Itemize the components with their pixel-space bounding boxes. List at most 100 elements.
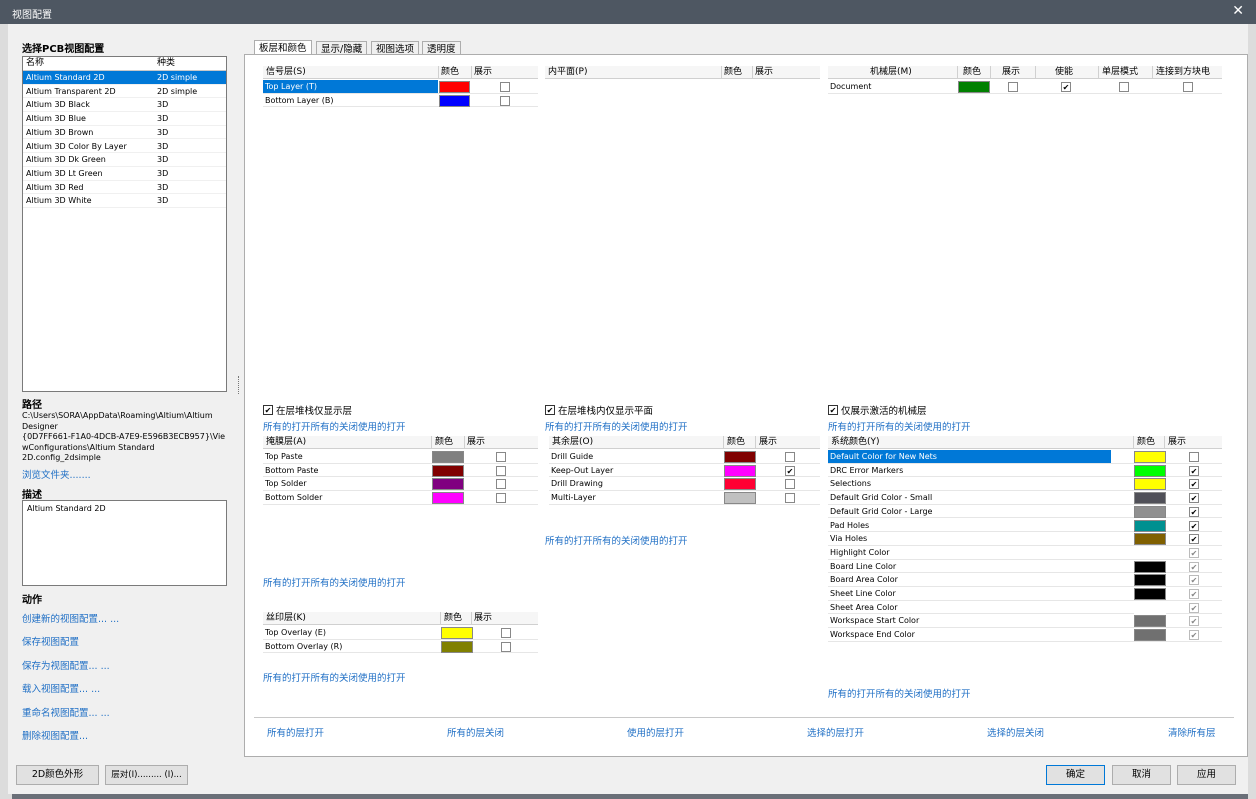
config-row[interactable]: Altium 3D White 3D [23, 194, 226, 208]
config-row[interactable]: Altium 3D Brown 3D [23, 126, 226, 140]
layer-row[interactable]: Drill Drawing [549, 477, 820, 492]
checkbox-checked-icon[interactable]: ✔ [828, 405, 838, 415]
layer-row[interactable]: Top Layer (T) [263, 80, 538, 94]
only-stack-layers-check[interactable]: ✔ 在层堆栈仅显示层 [263, 403, 352, 417]
sys-group-links[interactable]: 所有的打开所有的关闭使用的打开 [828, 686, 971, 700]
checkbox-icon[interactable] [500, 82, 510, 92]
checkbox-checked-icon[interactable]: ✔ [1189, 602, 1199, 613]
layer-row[interactable]: Top Solder [263, 477, 538, 492]
layer-color-swatch[interactable] [1134, 533, 1166, 546]
checkbox-checked-icon[interactable]: ✔ [1189, 561, 1199, 572]
checkbox-icon[interactable] [1008, 82, 1018, 92]
config-list[interactable]: 名称 种类 Altium Standard 2D 2D simple Altium … [22, 56, 227, 392]
layer-color-swatch[interactable] [1134, 588, 1166, 600]
layer-color-swatch[interactable] [1134, 546, 1166, 559]
config-row[interactable]: Altium Transparent 2D 2D simple [23, 85, 226, 99]
all-layers-off-link[interactable]: 所有的层关闭 [447, 725, 504, 739]
checkbox-checked-icon[interactable]: ✔ [1061, 82, 1071, 92]
config-row[interactable]: Altium 3D Blue 3D [23, 112, 226, 126]
layer-pairs-button[interactable]: 层对(I)......... (I)... [105, 765, 188, 785]
layer-color-swatch[interactable] [432, 478, 464, 491]
layer-color-swatch[interactable] [1134, 505, 1166, 518]
checkbox-icon[interactable] [496, 465, 506, 476]
checkbox-checked-icon[interactable]: ✔ [1189, 589, 1199, 599]
layer-color-swatch[interactable] [441, 627, 473, 639]
layer-color-swatch[interactable] [1134, 492, 1166, 505]
config-row[interactable]: Altium 3D Color By Layer 3D [23, 140, 226, 154]
layer-row[interactable]: Default Grid Color - Small ✔ [828, 491, 1222, 505]
silk-group-links[interactable]: 所有的打开所有的关闭使用的打开 [263, 670, 406, 684]
selected-layers-on-link[interactable]: 选择的层打开 [807, 725, 864, 739]
checkbox-icon[interactable] [500, 95, 510, 106]
layer-row[interactable]: Drill Guide [549, 450, 820, 464]
checkbox-checked-icon[interactable]: ✔ [1189, 520, 1199, 531]
clear-all-layers-link[interactable]: 清除所有层 [1168, 725, 1216, 739]
config-row[interactable]: Altium 3D Black 3D [23, 98, 226, 113]
layer-color-swatch[interactable] [432, 451, 464, 463]
layer-color-swatch[interactable] [958, 81, 990, 93]
used-layers-on-link[interactable]: 使用的层打开 [627, 725, 684, 739]
checkbox-checked-icon[interactable]: ✔ [1189, 465, 1199, 476]
mech-group-links[interactable]: 所有的打开所有的关闭使用的打开 [828, 419, 971, 433]
layer-row[interactable]: Default Color for New Nets [828, 450, 1222, 464]
checkbox-checked-icon[interactable]: ✔ [545, 405, 555, 415]
layer-row[interactable]: Bottom Paste [263, 464, 538, 478]
checkbox-checked-icon[interactable]: ✔ [263, 405, 273, 415]
layer-row[interactable]: Multi-Layer [549, 491, 820, 505]
checkbox-icon[interactable] [501, 628, 511, 638]
checkbox-icon[interactable] [785, 452, 795, 462]
only-stack-planes-check[interactable]: ✔ 在层堆栈内仅显示平面 [545, 403, 653, 417]
layer-color-swatch[interactable] [1134, 629, 1166, 642]
layer-row[interactable]: Sheet Area Color ✔ [828, 601, 1222, 615]
layer-color-swatch[interactable] [432, 492, 464, 505]
layer-row[interactable]: Default Grid Color - Large ✔ [828, 505, 1222, 519]
checkbox-icon[interactable] [501, 641, 511, 652]
layer-row[interactable]: Bottom Layer (B) [263, 94, 538, 108]
plane-group-links[interactable]: 所有的打开所有的关闭使用的打开 [545, 419, 688, 433]
checkbox-checked-icon[interactable]: ✔ [1189, 547, 1199, 558]
checkbox-icon[interactable] [785, 479, 795, 490]
ok-button[interactable]: 确定 [1046, 765, 1105, 785]
layer-color-swatch[interactable] [1134, 519, 1166, 532]
checkbox-checked-icon[interactable]: ✔ [1189, 506, 1199, 517]
only-active-mech-check[interactable]: ✔ 仅展示激活的机械层 [828, 403, 927, 417]
layer-row[interactable]: DRC Error Markers ✔ [828, 464, 1222, 478]
config-row[interactable]: Altium 3D Dk Green 3D [23, 153, 226, 167]
selected-layers-off-link[interactable]: 选择的层关闭 [987, 725, 1044, 739]
layer-color-swatch[interactable] [1134, 464, 1166, 477]
layer-row[interactable]: Highlight Color ✔ [828, 546, 1222, 560]
layer-row[interactable]: Via Holes ✔ [828, 532, 1222, 546]
layer-color-swatch[interactable] [439, 94, 470, 107]
config-row[interactable]: Altium Standard 2D 2D simple [23, 71, 226, 85]
layer-row[interactable]: Selections ✔ [828, 477, 1222, 492]
mask-group-links[interactable]: 所有的打开所有的关闭使用的打开 [263, 575, 406, 589]
layer-row[interactable]: Sheet Line Color ✔ [828, 587, 1222, 601]
action-link[interactable]: 保存为视图配置... ... [22, 658, 110, 672]
splitter-handle[interactable] [238, 376, 240, 394]
layer-color-swatch[interactable] [432, 464, 464, 477]
action-link[interactable]: 删除视图配置... [22, 728, 88, 742]
layer-color-swatch[interactable] [1134, 574, 1166, 587]
layer-color-swatch[interactable] [439, 81, 470, 93]
layer-color-swatch[interactable] [724, 451, 756, 463]
checkbox-checked-icon[interactable]: ✔ [1189, 534, 1199, 545]
other-group-links[interactable]: 所有的打开所有的关闭使用的打开 [545, 533, 688, 547]
checkbox-checked-icon[interactable]: ✔ [785, 465, 795, 476]
layer-color-swatch[interactable] [724, 492, 756, 505]
browse-folder-link[interactable]: 浏览文件夹....... [22, 467, 91, 481]
checkbox-checked-icon[interactable]: ✔ [1189, 575, 1199, 586]
config-row[interactable]: Altium 3D Lt Green 3D [23, 167, 226, 181]
checkbox-checked-icon[interactable]: ✔ [1189, 493, 1199, 504]
checkbox-icon[interactable] [1189, 452, 1199, 462]
apply-button[interactable]: 应用 [1177, 765, 1236, 785]
layer-color-swatch[interactable] [1134, 451, 1166, 463]
layer-row[interactable]: Top Overlay (E) [263, 626, 538, 640]
close-icon[interactable]: ✕ [1232, 3, 1244, 19]
checkbox-icon[interactable] [496, 479, 506, 490]
action-link[interactable]: 重命名视图配置... ... [22, 705, 110, 719]
layer-row[interactable]: Top Paste [263, 450, 538, 464]
layer-row[interactable]: Bottom Solder [263, 491, 538, 505]
cancel-button[interactable]: 取消 [1112, 765, 1171, 785]
checkbox-icon[interactable] [785, 493, 795, 504]
checkbox-icon[interactable] [1119, 82, 1129, 92]
